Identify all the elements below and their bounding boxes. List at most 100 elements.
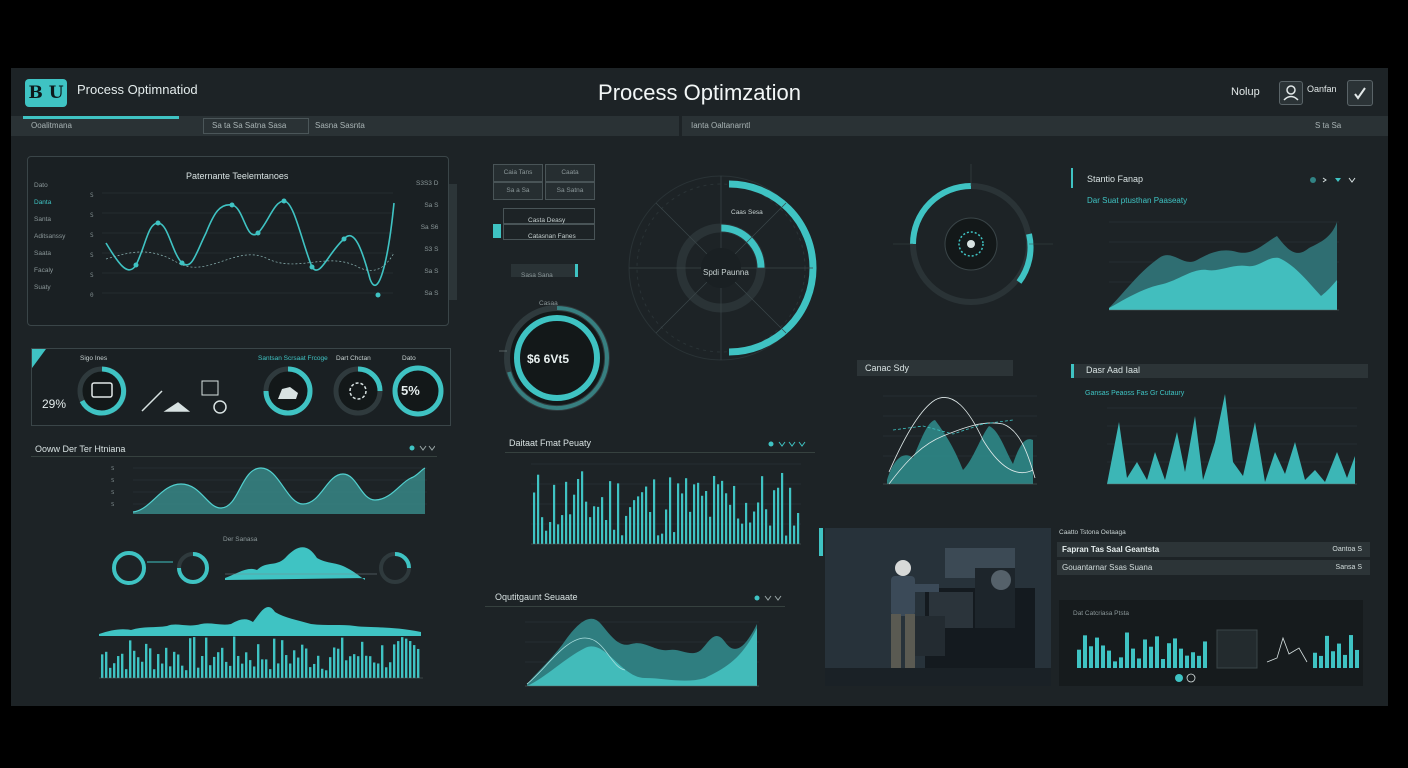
bar-mark (133, 650, 136, 678)
line-chart-title: Paternante Teelemtanoes (186, 171, 289, 181)
right-top-subtitle: Dar Suat ptusthan Paaseaty (1087, 196, 1188, 205)
bar-mark (413, 645, 416, 678)
svg-text:S: S (90, 232, 94, 239)
right-mid-spike-chart (1107, 394, 1357, 485)
bar-mark (109, 667, 112, 678)
bar-mark (1185, 655, 1189, 668)
bar-mark (553, 484, 556, 544)
bar-mark (793, 525, 796, 544)
bar-mark (633, 500, 636, 544)
legend-item[interactable]: Aditsanssy (34, 228, 86, 245)
bar-mark (141, 661, 144, 678)
bar-mark (253, 666, 256, 678)
center-btn[interactable]: Caata (545, 164, 595, 182)
panel-scrollbar[interactable] (449, 184, 457, 300)
bar-mark (189, 638, 192, 678)
bottom-left-bars (101, 636, 420, 678)
bar-mark (1101, 645, 1105, 668)
tab-toolbar-icons[interactable]: S ta Sa (1307, 116, 1341, 136)
right-label: Sa S (424, 290, 439, 297)
kpi-row-panel: Sigo Ines Santsan Scrsaat Frcoge Dart Ch… (31, 348, 451, 426)
bar-mark (377, 663, 380, 678)
center-btn[interactable]: Caia Tans (493, 164, 543, 182)
svg-text:S: S (111, 478, 114, 484)
legend-item[interactable]: Facaly (34, 262, 86, 279)
bar-mark (185, 670, 188, 678)
bar-mark (709, 516, 712, 544)
mini-bars-svg (1077, 629, 1359, 683)
bar-mark (345, 660, 348, 678)
center-list-item[interactable]: Catasnan Fanes (503, 224, 595, 240)
bar-mark (597, 506, 600, 544)
mini-multi-line-chart (883, 395, 1037, 485)
worker-photo (825, 528, 1051, 686)
bar-mark (661, 533, 664, 544)
legend-item[interactable]: Dato (34, 177, 86, 194)
bar-mark (605, 520, 608, 544)
bar-mark (305, 648, 308, 678)
svg-text:S: S (111, 490, 114, 496)
svg-text:S: S (90, 192, 94, 199)
bar-mark (1119, 657, 1123, 668)
bar-mark (297, 657, 300, 678)
right-info-row[interactable]: Fapran Tas Saal Geantsta Oantoa S (1057, 542, 1370, 557)
bar-mark (249, 660, 252, 678)
bar-mark (285, 655, 288, 678)
center-btn[interactable]: Sa Satna (545, 182, 595, 200)
bar-mark (1137, 658, 1141, 668)
right-info-row[interactable]: Gouantarnar Ssas Suana Sansa S (1057, 560, 1370, 575)
bar-mark (161, 663, 164, 678)
bar-mark (757, 502, 760, 544)
right-label: Sa S (424, 202, 439, 209)
right-top-area-chart (1109, 221, 1339, 311)
bar-mark (181, 665, 184, 678)
bar-mark (725, 493, 728, 544)
tab-status[interactable]: Sasna Sasnta (307, 116, 365, 136)
mini-chart-header: Canac Sdy (857, 360, 1013, 376)
right-info-caption: Caatto Tstona Oetaaga (1059, 529, 1126, 536)
bar-mark (733, 485, 736, 544)
page-title: Process Optimzation (598, 80, 801, 105)
bar-mark (1179, 648, 1183, 668)
bar-mark (1349, 635, 1353, 668)
bar-mark (1319, 655, 1323, 668)
bar-mark (541, 517, 544, 544)
bar-mark (681, 493, 684, 544)
center-list: Casta Deasy Catasnan Fanes (493, 208, 595, 242)
tab-analytics[interactable]: Ianta Oaltanarntl (683, 116, 750, 136)
account-label[interactable]: Oanfan (1307, 84, 1337, 94)
photo-accent (819, 528, 823, 556)
bar-mark (229, 665, 232, 678)
check-icon[interactable] (1347, 80, 1373, 106)
tab-bar-right (682, 116, 1388, 136)
bar-mark (269, 669, 272, 678)
tab-filter[interactable]: Sa ta Sa Satna Sasa (203, 118, 309, 134)
legend-item[interactable]: Saata (34, 245, 86, 262)
legend-item[interactable]: Santa (34, 211, 86, 228)
svg-text:S: S (111, 466, 114, 472)
bar-mark (1143, 639, 1147, 668)
bar-mark (201, 656, 204, 678)
mid-area-chart (525, 618, 759, 687)
bar-mark (1131, 648, 1135, 668)
bar-mark (333, 647, 336, 678)
legend-item[interactable]: Danta (34, 194, 86, 211)
legend-item[interactable]: Suaty (34, 279, 86, 296)
bar-mark (365, 655, 368, 678)
user-icon[interactable] (1279, 81, 1303, 105)
svg-text:S: S (90, 212, 94, 219)
bar-mark (645, 486, 648, 544)
tab-overview[interactable]: Ooalitmana (23, 116, 72, 136)
bar-mark (265, 659, 268, 678)
center-list-item[interactable]: Casta Deasy (503, 208, 595, 224)
bar-mark (153, 669, 156, 678)
bar-mark (625, 515, 628, 544)
user-label[interactable]: Nolup (1231, 86, 1260, 98)
bar-mark (593, 506, 596, 544)
ring-label-top: Caas Sesa (731, 209, 763, 216)
bar-mark (589, 517, 592, 544)
bar-mark (773, 490, 776, 544)
bar-mark (301, 644, 304, 678)
mid-area-header: Oqutitgaunt Seuaate (485, 590, 785, 607)
center-btn[interactable]: Sa a Sa (493, 182, 543, 200)
